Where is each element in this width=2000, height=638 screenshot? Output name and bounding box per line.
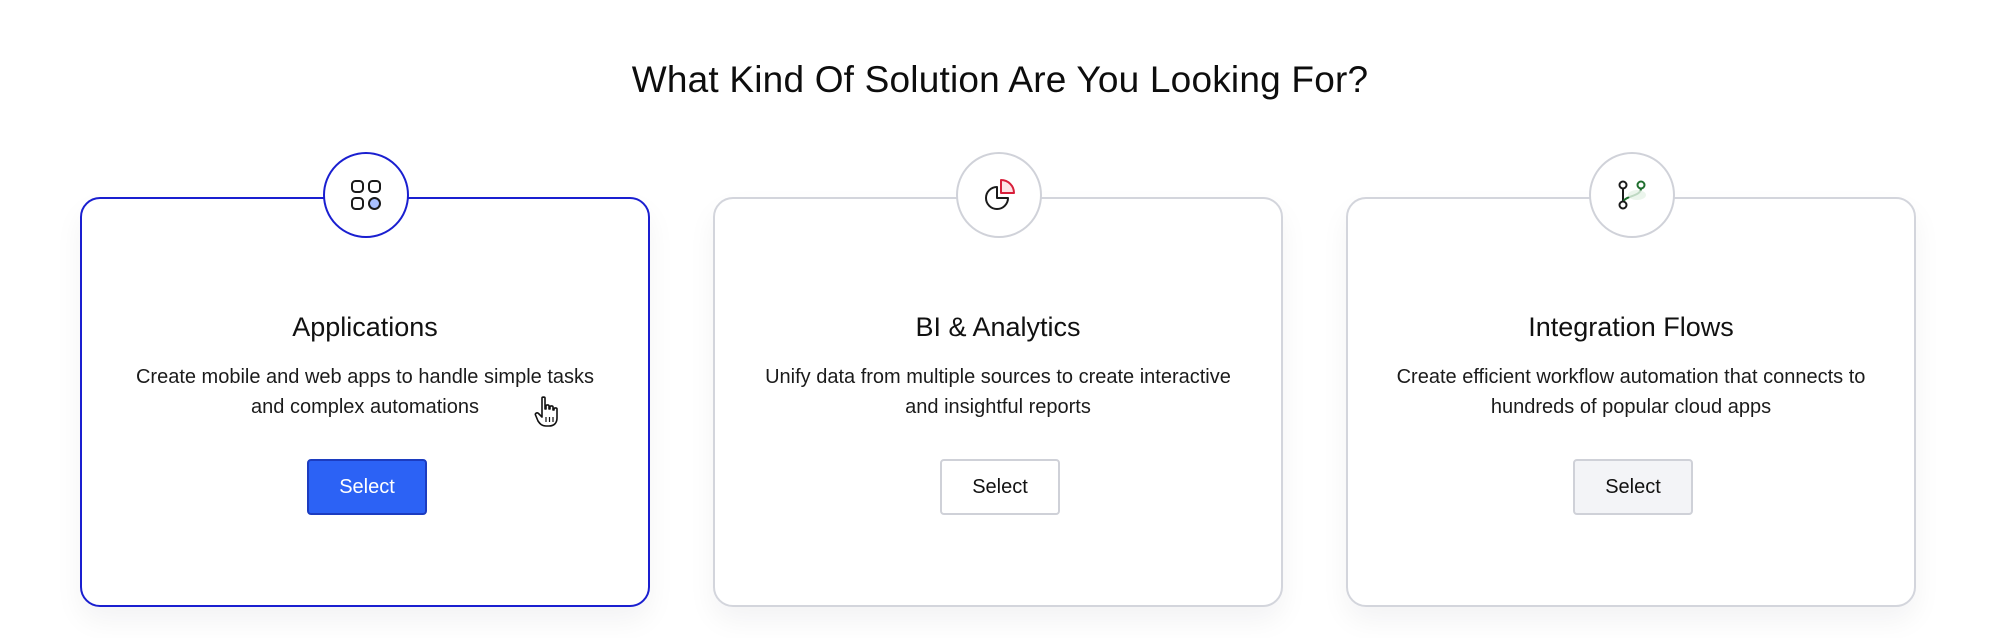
card-title: BI & Analytics bbox=[915, 312, 1081, 342]
card-title: Integration Flows bbox=[1528, 312, 1734, 342]
select-applications-button[interactable]: Select bbox=[307, 459, 427, 515]
card-title: Applications bbox=[292, 312, 438, 342]
solution-card-applications[interactable]: Applications Create mobile and web apps … bbox=[80, 152, 650, 607]
page-title: What Kind Of Solution Are You Looking Fo… bbox=[631, 58, 1369, 100]
select-bi-analytics-button[interactable]: Select bbox=[940, 459, 1060, 515]
select-integration-flows-button[interactable]: Select bbox=[1573, 459, 1693, 515]
git-branch-icon bbox=[1589, 152, 1675, 238]
solution-card-integration-flows[interactable]: Integration Flows Create efficient workf… bbox=[1346, 152, 1916, 607]
apps-grid-icon bbox=[323, 152, 409, 238]
solution-card-bi-analytics[interactable]: BI & Analytics Unify data from multiple … bbox=[713, 152, 1283, 607]
pie-chart-icon bbox=[956, 152, 1042, 238]
card-description: Create mobile and web apps to handle sim… bbox=[135, 366, 595, 418]
card-description: Unify data from multiple sources to crea… bbox=[765, 366, 1231, 418]
card-description: Create efficient workflow automation tha… bbox=[1396, 366, 1866, 418]
